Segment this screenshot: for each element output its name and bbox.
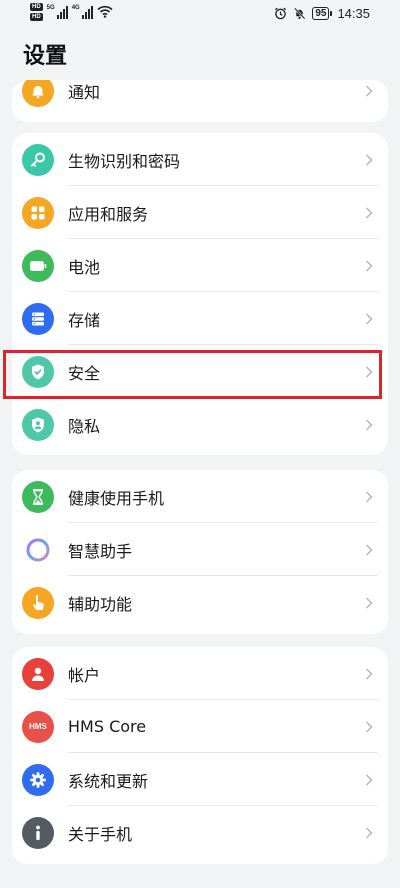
chevron-right-icon: [365, 206, 373, 219]
hms-icon: HMS: [22, 710, 54, 743]
page-title: 设置: [23, 44, 68, 69]
settings-group-system: 帐户 HMS HMS Core 系统和更新 关于手机: [12, 647, 388, 864]
settings-item-label: 应用和服务: [68, 204, 149, 224]
settings-item-battery[interactable]: 电池: [12, 239, 388, 292]
settings-item-label: 通知: [68, 82, 101, 102]
settings-item-label: 电池: [68, 257, 101, 277]
storage-icon: [22, 302, 54, 335]
settings-item-label: 关于手机: [68, 824, 133, 844]
chevron-right-icon: [365, 84, 373, 97]
settings-item-label: 存储: [68, 310, 101, 330]
battery-indicator: 95: [312, 7, 333, 20]
chevron-right-icon: [365, 596, 373, 609]
settings-item-hms-core[interactable]: HMS HMS Core: [12, 700, 388, 753]
settings-item-notifications[interactable]: 通知: [12, 80, 388, 117]
mute-bell-icon: [294, 7, 306, 20]
chevron-right-icon: [365, 153, 373, 166]
key-icon: [22, 143, 54, 176]
chevron-right-icon: [365, 543, 373, 556]
status-time: 14:35: [337, 6, 370, 21]
settings-item-label: 健康使用手机: [68, 488, 165, 508]
assistant-ring-icon: [22, 533, 54, 566]
settings-item-label: 生物识别和密码: [68, 151, 181, 171]
apps-grid-icon: [22, 196, 54, 229]
settings-group-notifications: 通知: [12, 80, 388, 122]
settings-item-privacy[interactable]: 隐私: [12, 398, 388, 451]
settings-item-smart-assistant[interactable]: 智慧助手: [12, 523, 388, 576]
settings-item-label: 系统和更新: [68, 771, 149, 791]
hand-pointer-icon: [22, 586, 54, 619]
settings-item-accessibility[interactable]: 辅助功能: [12, 576, 388, 629]
settings-item-about-phone[interactable]: 关于手机: [12, 806, 388, 859]
account-icon: [22, 657, 54, 690]
settings-item-biometrics[interactable]: 生物识别和密码: [12, 133, 388, 186]
settings-item-account[interactable]: 帐户: [12, 647, 388, 700]
settings-item-label: 帐户: [68, 665, 101, 685]
settings-item-digital-balance[interactable]: 健康使用手机: [12, 470, 388, 523]
settings-item-apps-services[interactable]: 应用和服务: [12, 186, 388, 239]
alarm-icon: [275, 7, 287, 20]
battery-icon: [22, 249, 54, 282]
chevron-right-icon: [365, 773, 373, 786]
hd-icon: HD: [30, 13, 43, 21]
settings-group-security: 生物识别和密码 应用和服务 电池 存储 安全 隐私: [12, 133, 388, 455]
chevron-right-icon: [365, 667, 373, 680]
chevron-right-icon: [365, 826, 373, 839]
bell-icon: [22, 80, 54, 107]
gear-icon: [22, 763, 54, 796]
status-bar-left: HD HD 5G 4G: [30, 3, 113, 25]
wifi-icon: [97, 5, 113, 18]
hourglass-icon: [22, 480, 54, 513]
chevron-right-icon: [365, 312, 373, 325]
status-bar: HD HD 5G 4G 95 14:35: [0, 0, 400, 28]
chevron-right-icon: [365, 720, 373, 733]
settings-item-system-updates[interactable]: 系统和更新: [12, 753, 388, 806]
chevron-right-icon: [365, 259, 373, 272]
signal-icon: 5G: [47, 5, 68, 19]
settings-item-label: 智慧助手: [68, 541, 133, 561]
privacy-icon: [22, 408, 54, 441]
chevron-right-icon: [365, 418, 373, 431]
status-bar-right: 95 14:35: [274, 6, 370, 21]
signal-icon: 4G: [72, 5, 93, 19]
highlight-box: [3, 350, 382, 399]
settings-group-wellbeing: 健康使用手机 智慧助手 辅助功能: [12, 470, 388, 634]
settings-item-label: 辅助功能: [68, 594, 133, 614]
settings-item-label: 隐私: [68, 416, 101, 436]
settings-item-label: HMS Core: [68, 717, 147, 736]
info-icon: [22, 816, 54, 849]
chevron-right-icon: [365, 490, 373, 503]
settings-item-storage[interactable]: 存储: [12, 292, 388, 345]
hd-icon: HD: [30, 3, 43, 11]
hd-indicators: HD HD: [30, 3, 43, 21]
